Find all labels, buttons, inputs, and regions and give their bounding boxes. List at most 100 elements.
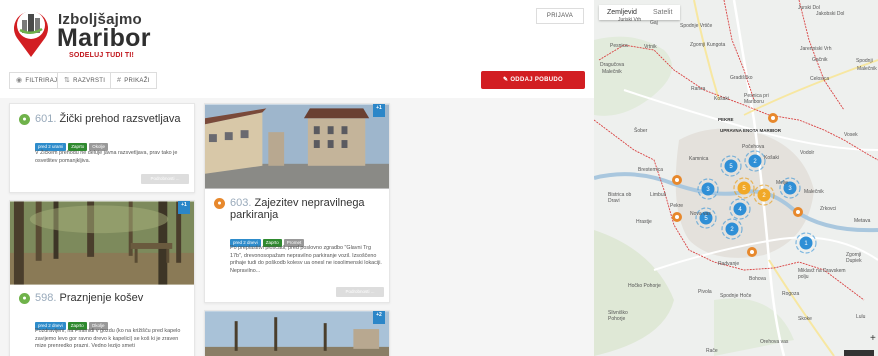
map-label: Nova vas [690,211,711,217]
map-label: Malečnik [857,66,877,72]
map-label: Pesnica pri Mariboru [744,93,769,105]
map-label: Ranca [691,86,706,92]
sort-button[interactable]: ⇅ RAZVRSTI [57,72,113,89]
header: Izboljšajmo Maribor SODELUJ TUDI TI! PRI… [0,0,594,64]
map-label: Bohova [749,276,766,282]
card-description: Po preplastitvi ploščadi, pred poslovno … [230,245,382,274]
map-label: Gačnik [812,57,828,63]
map-label: Melje [776,180,788,186]
sort-icon: ⇅ [64,77,71,84]
map-label: Spodnje Vrtiče [680,23,713,29]
park-photo [205,311,389,356]
show-label: PRIKAŽI [124,78,150,84]
filter-label: FILTRIRAJ [25,78,58,84]
card-number: 601. [35,113,57,125]
map-pin-logo-icon [14,11,49,57]
map-label: Šober [634,128,648,134]
pin-marker[interactable] [672,175,682,185]
map-label: Bistrica ob Dravi [608,192,632,204]
card-title: 601. Žički prehod razsvetljava [35,113,181,125]
eye-icon: ◉ [16,77,23,84]
vote-badge: +2 [373,311,385,324]
map-label: Spodnji [856,58,873,64]
map-label: Slivniško Pohorje [608,310,628,322]
map-label: Jakobski Dol [816,11,845,17]
tab-satellite[interactable]: Satelit [645,5,680,20]
pin-marker[interactable] [672,212,682,222]
map-label: Metava [854,218,871,224]
logo[interactable]: Izboljšajmo Maribor SODELUJ TUDI TI! [9,6,199,62]
status-icon: ● [19,114,30,125]
zoom-in-button[interactable]: + [870,333,876,344]
map-label: Kamnica [689,156,709,162]
card-title-text: Praznjenje košev [59,292,144,304]
forest-photo [10,201,194,285]
toolbar: ◉ FILTRIRAJ ⇅ RAZVRSTI # PRIKAŽI ✎ ODDAJ PO… [0,64,594,98]
card-601[interactable]: ● 601. Žički prehod razsvetljava pred 2 … [9,103,195,193]
left-panel: Izboljšajmo Maribor SODELUJ TUDI TI! PRI… [0,0,594,356]
map-label: Hočko Pohorje [628,283,661,289]
show-button[interactable]: # PRIKAŽI [110,72,157,89]
page: Izboljšajmo Maribor SODELUJ TUDI TI! PRI… [0,0,878,356]
card-598[interactable]: +1 ● 598. Praznjenje košev pred 2 dnevi Z… [9,200,195,356]
sort-label: RAZVRSTI [73,78,106,84]
map-attribution [844,350,874,356]
details-button[interactable]: Podrobnosti ... [141,174,189,184]
map-label: Pekre [670,203,684,209]
map-label: PEKRE [718,117,734,122]
card-title-text: Zajezitev nepravilnega parkiranja [230,197,365,221]
map-label: Skoke [798,316,812,322]
map-label: Juriski Vrh [618,17,642,23]
card-number: 603. [230,197,252,209]
map-label: Limbuš [650,192,667,198]
map-label: Spodnje Hoče [720,293,752,299]
map-label: Zgornji Dupiek [846,252,862,264]
map-label: Jarenniski Vrh [800,46,832,52]
map-label: Gradiščko [730,75,753,81]
map-label: Miklavž na Dravskem polju [798,268,846,280]
card-title-text: Žički prehod razsvetljava [59,113,181,125]
logo-line2: Maribor [57,24,151,52]
pin-marker[interactable] [768,113,778,123]
map-label: Zgornji Kungota [690,42,726,48]
map-label: Dragučova [600,62,625,68]
map-label: Malečnik [804,189,824,195]
card-title: 598. Praznjenje košev [35,292,143,304]
map-label: Celosica [810,76,830,82]
card-next[interactable]: +2 [204,310,390,356]
hash-icon: # [117,77,122,84]
map-label: Radvanje [718,261,740,267]
card-603[interactable]: +1 ● 603. Zajezitev nepravilnega parkira… [204,103,390,303]
card-number: 598. [35,292,57,304]
map[interactable]: 5 2 3 5 2 3 4 5 2 1 Zemljevid Satelit Ju… [594,0,878,356]
submit-proposal-button[interactable]: ✎ ODDAJ POBUDO [481,71,585,89]
map-label: Vodolr [800,150,815,156]
map-label: Rogoza [782,291,800,297]
login-button[interactable]: PRIJAVA [536,8,584,24]
submit-label: ODDAJ POBUDO [510,77,563,83]
street-photo [205,104,389,189]
pin-marker[interactable] [747,247,757,257]
map-label: Košaki [714,96,730,102]
map-label: Vosek [844,132,858,138]
map-label: Vrtnik [644,44,657,50]
map-label: Rače [706,348,718,354]
map-label: Orehova vas [760,339,789,345]
map-label: Hrastje [636,219,652,225]
pin-marker[interactable] [793,207,803,217]
vote-badge: +1 [373,104,385,117]
map-label: Zrkovci [820,206,837,212]
cards-grid: ● 601. Žički prehod razsvetljava pred 2 … [0,98,594,356]
card-description: Pozdravljeni, na Piramidi v gozdu (ko na… [35,328,181,350]
map-label: Pivola [698,289,712,295]
map-label: Košaki [764,155,780,161]
map-label: Gaj [650,20,658,26]
details-button[interactable]: Podrobnosti ... [336,287,384,297]
logo-tagline: SODELUJ TUDI TI! [69,52,135,59]
card-title: 603. Zajezitev nepravilnega parkiranja [230,197,386,221]
map-label: Počehova [742,144,765,150]
vote-badge: +1 [178,201,190,214]
map-label: Lulu [856,314,866,320]
map-canvas[interactable]: 5 2 3 5 2 3 4 5 2 1 [594,0,878,356]
map-label: Brestemica [638,167,664,173]
